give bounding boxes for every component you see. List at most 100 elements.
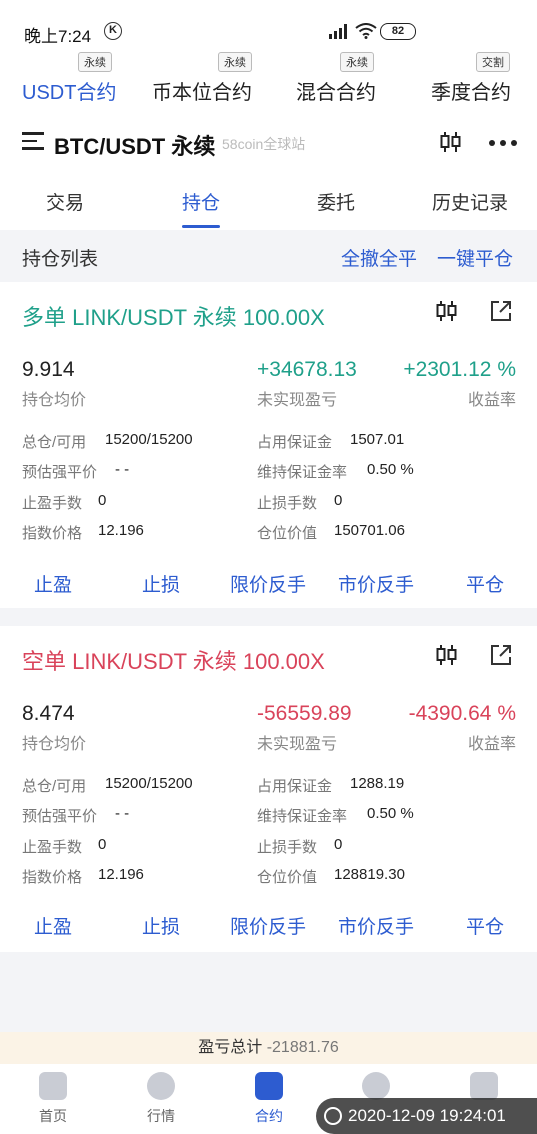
nav-contract[interactable]: 合约 — [234, 1072, 304, 1126]
contract-type-tabs: 永续 USDT合约 永续 币本位合约 永续 混合合约 交割 季度合约 — [0, 50, 537, 110]
list-title: 持仓列表 — [22, 249, 99, 270]
total-pnl-bar: 盈亏总计 -21881.76 — [0, 1032, 537, 1064]
market-reverse-button[interactable]: 市价反手 — [338, 570, 414, 597]
stop-loss-button[interactable]: 止损 — [142, 912, 180, 939]
roe-label: 收益率 — [467, 736, 516, 753]
roe-value: -4390.64 % — [408, 702, 516, 725]
tab-usdt-contract[interactable]: USDT合约 — [22, 76, 116, 105]
nav-label: 合约 — [255, 1108, 283, 1124]
pair-header: BTC/USDT 永续 58coin全球站 — [0, 110, 537, 176]
index-price-value: 12.196 — [98, 866, 144, 883]
mmr-value: 0.50 % — [367, 805, 414, 822]
tab-trade[interactable]: 交易 — [46, 188, 84, 215]
more-icon[interactable] — [489, 140, 517, 146]
roe-value: +2301.12 % — [403, 358, 516, 381]
pair-subtitle: 58coin全球站 — [222, 136, 306, 152]
unrealized-pnl-value: -56559.89 — [257, 702, 352, 725]
timestamp-text: 2020-12-09 19:24:01 — [348, 1106, 506, 1125]
candlestick-icon[interactable] — [440, 130, 462, 154]
tab-history[interactable]: 历史记录 — [432, 188, 508, 215]
tp-qty-value: 0 — [98, 492, 107, 509]
take-profit-button[interactable]: 止盈 — [34, 912, 72, 939]
avg-price-value: 9.914 — [22, 358, 75, 381]
menu-icon[interactable] — [22, 132, 44, 150]
tp-qty-label: 止盈手数 — [22, 495, 83, 512]
signal-icon — [329, 23, 347, 39]
one-click-close-button[interactable]: 一键平仓 — [437, 244, 513, 271]
nav-item-5[interactable] — [449, 1072, 519, 1100]
battery-icon: 82 — [380, 23, 416, 40]
nav-label: 首页 — [39, 1108, 67, 1124]
liq-price-label: 预估强平价 — [22, 464, 98, 481]
tab-positions[interactable]: 持仓 — [182, 188, 220, 215]
nav-market[interactable]: 行情 — [126, 1072, 196, 1126]
roe-label: 收益率 — [467, 392, 516, 409]
position-title: 空单 LINK/USDT 永续 100.00X — [22, 649, 325, 674]
close-position-button[interactable]: 平仓 — [466, 912, 504, 939]
position-value: 150701.06 — [334, 522, 405, 539]
tab-badge: 交割 — [476, 52, 510, 72]
position-card-long: 多单 LINK/USDT 永续 100.00X 9.914 持仓均价 +3467… — [0, 282, 537, 608]
status-icons — [329, 23, 377, 39]
tab-badge: 永续 — [78, 52, 112, 72]
tab-quarterly-contract[interactable]: 季度合约 — [431, 76, 511, 105]
tab-mixed-contract[interactable]: 混合合约 — [296, 76, 376, 105]
nav-label: 行情 — [147, 1108, 175, 1124]
tab-coin-contract[interactable]: 币本位合约 — [152, 76, 252, 105]
cancel-all-close-all-button[interactable]: 全撤全平 — [341, 244, 417, 271]
market-reverse-button[interactable]: 市价反手 — [338, 912, 414, 939]
positions-list-header: 持仓列表 全撤全平 一键平仓 — [0, 230, 537, 282]
sl-qty-label: 止损手数 — [257, 495, 318, 512]
pair-title[interactable]: BTC/USDT 永续 — [54, 129, 215, 161]
nav-item-4[interactable] — [341, 1072, 411, 1100]
share-icon[interactable] — [490, 300, 512, 322]
candlestick-icon[interactable] — [436, 643, 458, 667]
position-value-label: 仓位价值 — [257, 525, 318, 542]
tab-indicator — [182, 225, 220, 228]
margin-value: 1507.01 — [350, 431, 405, 448]
margin-value: 1288.19 — [350, 775, 405, 792]
total-value: 15200/15200 — [105, 775, 193, 792]
position-card-short: 空单 LINK/USDT 永续 100.00X 8.474 持仓均价 -5655… — [0, 626, 537, 952]
limit-reverse-button[interactable]: 限价反手 — [230, 570, 306, 597]
home-icon — [39, 1072, 67, 1100]
clock-icon — [324, 1107, 342, 1125]
avg-price-value: 8.474 — [22, 702, 75, 725]
index-price-value: 12.196 — [98, 522, 144, 539]
take-profit-button[interactable]: 止盈 — [34, 570, 72, 597]
avg-price-label: 持仓均价 — [22, 392, 87, 409]
tab-badge: 永续 — [218, 52, 252, 72]
margin-label: 占用保证金 — [257, 434, 333, 451]
total-pnl-value: -21881.76 — [266, 1039, 339, 1056]
index-price-label: 指数价格 — [22, 869, 83, 886]
position-value: 128819.30 — [334, 866, 405, 883]
close-position-button[interactable]: 平仓 — [466, 570, 504, 597]
total-label: 总仓/可用 — [22, 434, 87, 451]
sl-qty-value: 0 — [334, 492, 343, 509]
wallet-icon — [470, 1072, 498, 1100]
tab-badge: 永续 — [340, 52, 374, 72]
sl-qty-value: 0 — [334, 836, 343, 853]
total-label: 总仓/可用 — [22, 778, 87, 795]
unrealized-pnl-label: 未实现盈亏 — [257, 392, 338, 409]
mmr-label: 维持保证金率 — [257, 464, 348, 481]
limit-reverse-button[interactable]: 限价反手 — [230, 912, 306, 939]
market-icon — [147, 1072, 175, 1100]
nav-home[interactable]: 首页 — [18, 1072, 88, 1126]
unrealized-pnl-label: 未实现盈亏 — [257, 736, 338, 753]
tab-orders[interactable]: 委托 — [317, 188, 355, 215]
main-tabs: 交易 持仓 委托 历史记录 — [0, 176, 537, 230]
wifi-icon — [355, 23, 377, 39]
exchange-icon — [362, 1072, 390, 1100]
mmr-value: 0.50 % — [367, 461, 414, 478]
liq-price-label: 预估强平价 — [22, 808, 98, 825]
candlestick-icon[interactable] — [436, 299, 458, 323]
tp-qty-label: 止盈手数 — [22, 839, 83, 856]
stop-loss-button[interactable]: 止损 — [142, 570, 180, 597]
tp-qty-value: 0 — [98, 836, 107, 853]
total-value: 15200/15200 — [105, 431, 193, 448]
share-icon[interactable] — [490, 644, 512, 666]
position-title: 多单 LINK/USDT 永续 100.00X — [22, 305, 325, 330]
total-pnl-label: 盈亏总计 — [198, 1039, 263, 1056]
status-time: 晚上7:24 — [24, 27, 92, 46]
